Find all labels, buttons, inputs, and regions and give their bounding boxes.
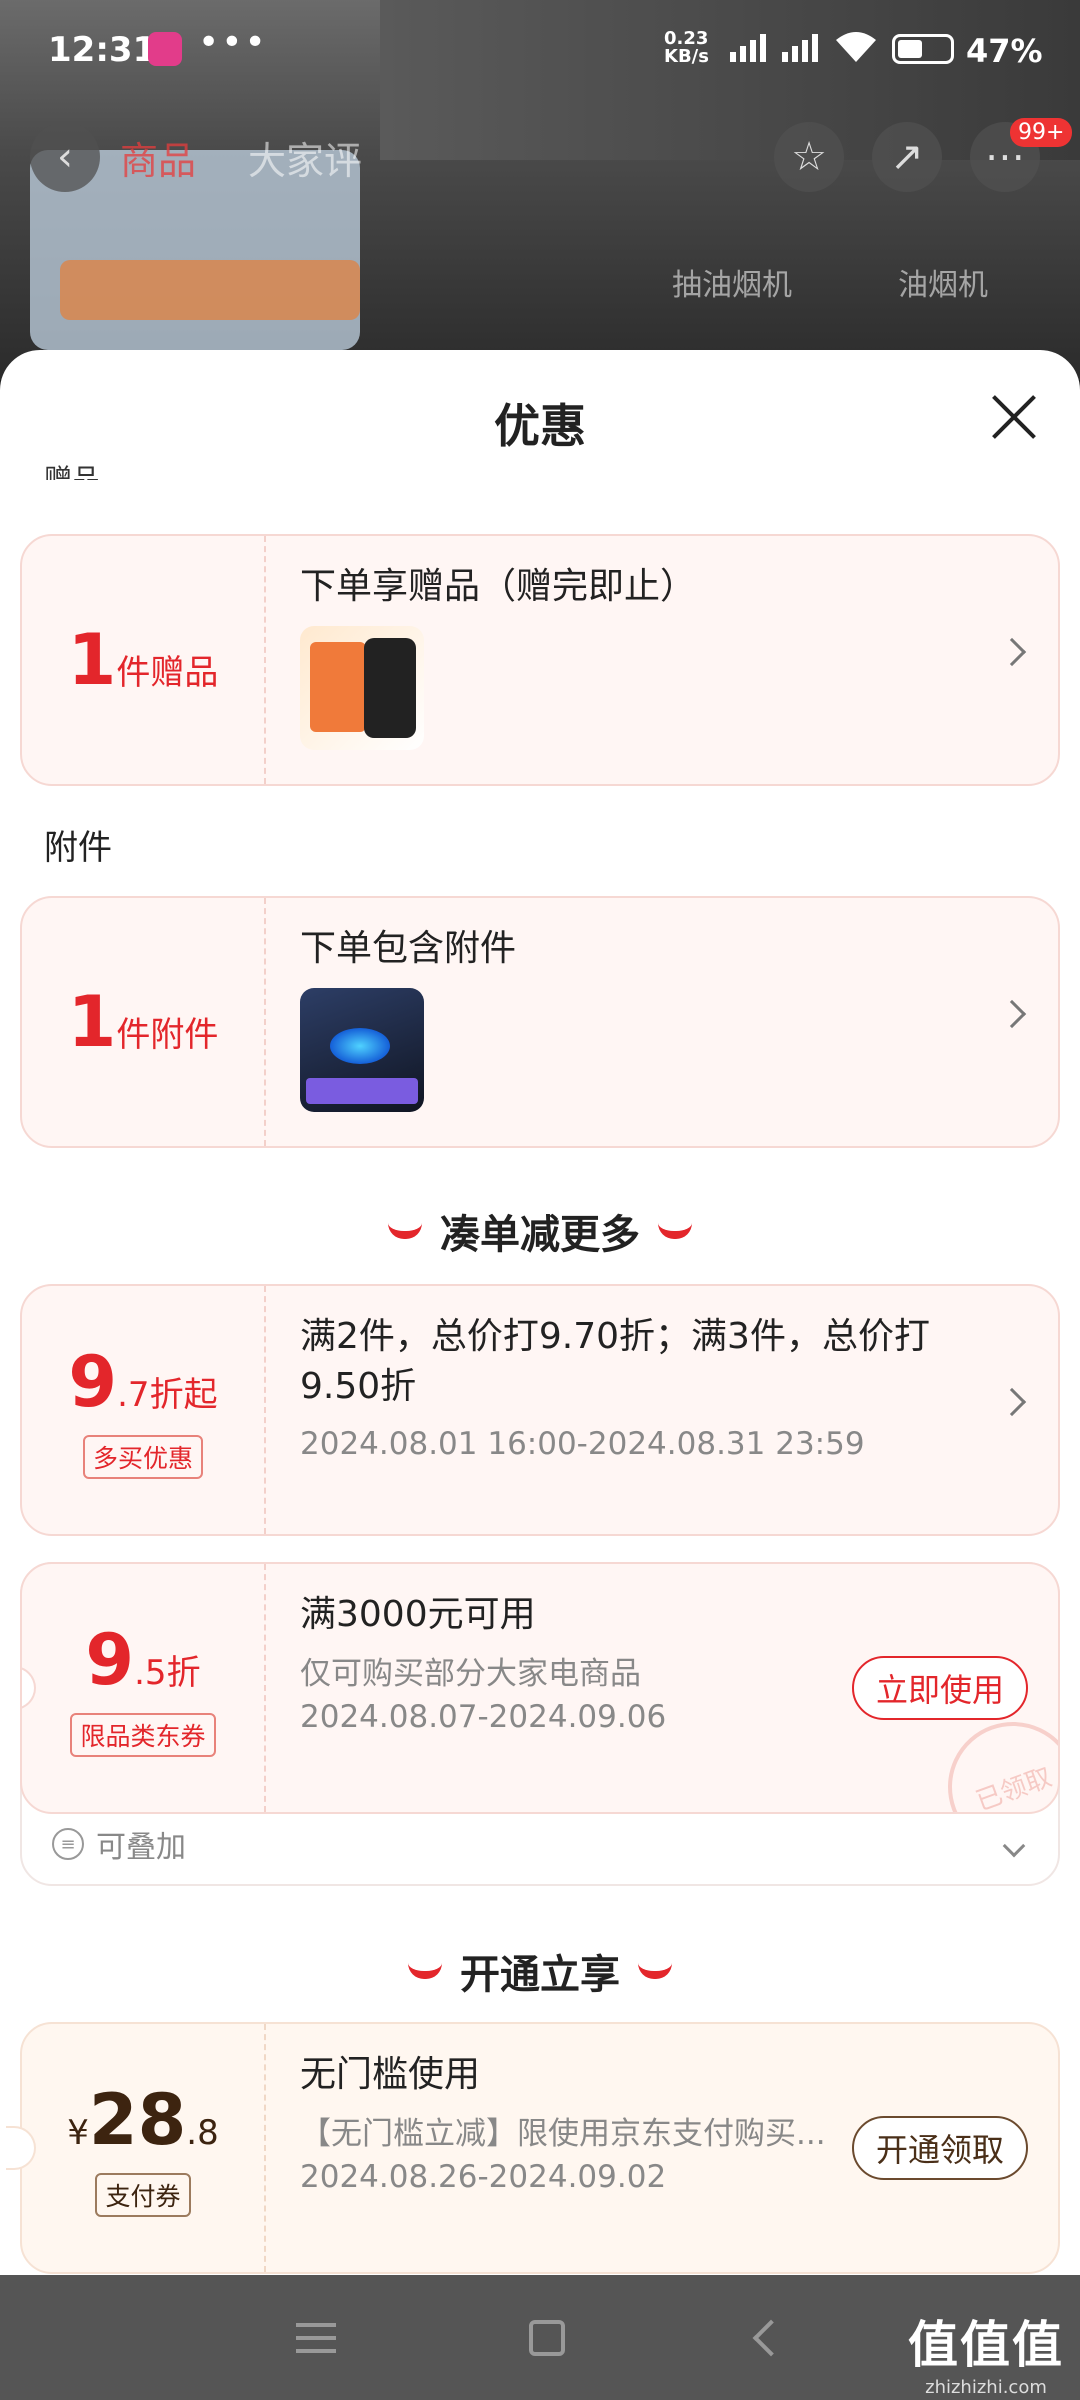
- home-icon[interactable]: [528, 2319, 565, 2356]
- use-now-button[interactable]: 立即使用: [851, 1656, 1028, 1720]
- claimed-stamp: 已领取: [929, 1703, 1058, 1812]
- gift-count: 1 件赠品: [22, 536, 266, 784]
- close-icon[interactable]: [990, 392, 1038, 440]
- pay-coupon-amount: ¥28.8: [67, 2079, 219, 2161]
- status-bar: 12:31 ••• 0.23 KB/s 47%: [0, 0, 1080, 100]
- coupon-tag: 限品类东券: [70, 1713, 216, 1757]
- share-icon[interactable]: ↗: [872, 122, 942, 192]
- stackable-row[interactable]: ≡ 可叠加: [52, 1822, 186, 1866]
- promotions-sheet: 优惠 赠品 1 件赠品 下单享赠品（赠完即止） 附件 1 件附件 下单包含附件 凑单…: [0, 350, 1080, 2275]
- pay-coupon-date: 2024.08.26-2024.09.02: [300, 2159, 667, 2195]
- smile-decoration-icon: [408, 1963, 442, 1979]
- section-more-heading: 凑单减更多: [0, 1202, 1080, 1260]
- recent-apps-icon[interactable]: [296, 2322, 337, 2353]
- accessory-card[interactable]: 1 件附件 下单包含附件: [20, 896, 1060, 1148]
- pay-coupon-title: 无门槛使用: [300, 2054, 481, 2095]
- more-notifications-icon: •••: [198, 22, 268, 63]
- chevron-down-icon[interactable]: [1002, 1834, 1026, 1858]
- tab-reviews[interactable]: 大家评: [248, 130, 362, 185]
- coupon-card[interactable]: 9.5折 限品类东券 满3000元可用 仅可购买部分大家电商品 2024.08.…: [20, 1562, 1060, 1814]
- gift-title: 下单享赠品（赠完即止）: [300, 566, 697, 607]
- sheet-title: 优惠: [494, 399, 586, 453]
- coupon-title: 满3000元可用: [300, 1594, 536, 1635]
- sub-tab-hood[interactable]: 油烟机: [898, 260, 988, 304]
- pay-coupon-tag: 支付券: [95, 2173, 191, 2217]
- signal-icon: [730, 32, 766, 62]
- favorite-icon[interactable]: ☆: [774, 122, 844, 192]
- chevron-right-icon: [997, 1387, 1027, 1417]
- coupon-desc: 仅可购买部分大家电商品: [300, 1656, 641, 1692]
- smile-decoration-icon: [658, 1223, 692, 1239]
- multi-buy-title: 满2件，总价打9.70折；满3件，总价打9.50折: [300, 1316, 930, 1407]
- stack-icon: ≡: [52, 1828, 84, 1860]
- back-nav-icon[interactable]: [752, 2319, 790, 2356]
- smile-decoration-icon: [638, 1963, 672, 1979]
- notification-app-icon: [148, 32, 182, 66]
- coupon-discount: 9.5折: [85, 1619, 201, 1701]
- wifi-icon: [836, 32, 876, 62]
- tab-product[interactable]: 商品: [120, 130, 196, 185]
- sub-tab-range-hood[interactable]: 抽油烟机: [672, 260, 792, 304]
- pay-coupon-card[interactable]: ¥28.8 支付券 无门槛使用 【无门槛立减】限使用京东支付购买... 2024…: [6, 2022, 1060, 2274]
- status-time: 12:31: [48, 30, 157, 70]
- accessory-thumbnail[interactable]: [300, 988, 424, 1112]
- battery-percent: 47%: [966, 32, 1043, 70]
- accessory-count: 1 件附件: [22, 898, 266, 1146]
- multi-buy-date: 2024.08.01 16:00-2024.08.31 23:59: [300, 1426, 865, 1462]
- gift-section-label: 赠品: [44, 463, 101, 480]
- background-promo-date: [60, 260, 360, 320]
- signal-icon-2: [782, 32, 818, 62]
- accessory-title: 下单包含附件: [300, 928, 517, 969]
- section-open-heading: 开通立享: [0, 1942, 1080, 2000]
- gift-card[interactable]: 1 件赠品 下单享赠品（赠完即止）: [20, 534, 1060, 786]
- message-badge: 99+: [1010, 118, 1073, 147]
- pay-coupon-desc: 【无门槛立减】限使用京东支付购买...: [300, 2116, 826, 2152]
- multi-buy-discount: 9.7折起: [68, 1341, 218, 1423]
- network-speed: 0.23 KB/s: [664, 28, 709, 67]
- smile-decoration-icon: [388, 1223, 422, 1239]
- coupon-date: 2024.08.07-2024.09.06: [300, 1699, 667, 1735]
- battery-icon: [892, 34, 954, 64]
- activate-claim-button[interactable]: 开通领取: [851, 2116, 1028, 2180]
- watermark: 值值值 zhizhizhi.com: [908, 2316, 1064, 2398]
- gift-thumbnail[interactable]: [300, 626, 424, 750]
- multi-buy-card[interactable]: 9.7折起 多买优惠 满2件，总价打9.70折；满3件，总价打9.50折 202…: [20, 1284, 1060, 1536]
- multi-buy-tag: 多买优惠: [82, 1435, 203, 1479]
- accessory-section-label: 附件: [44, 828, 112, 868]
- back-button[interactable]: ‹: [30, 122, 100, 192]
